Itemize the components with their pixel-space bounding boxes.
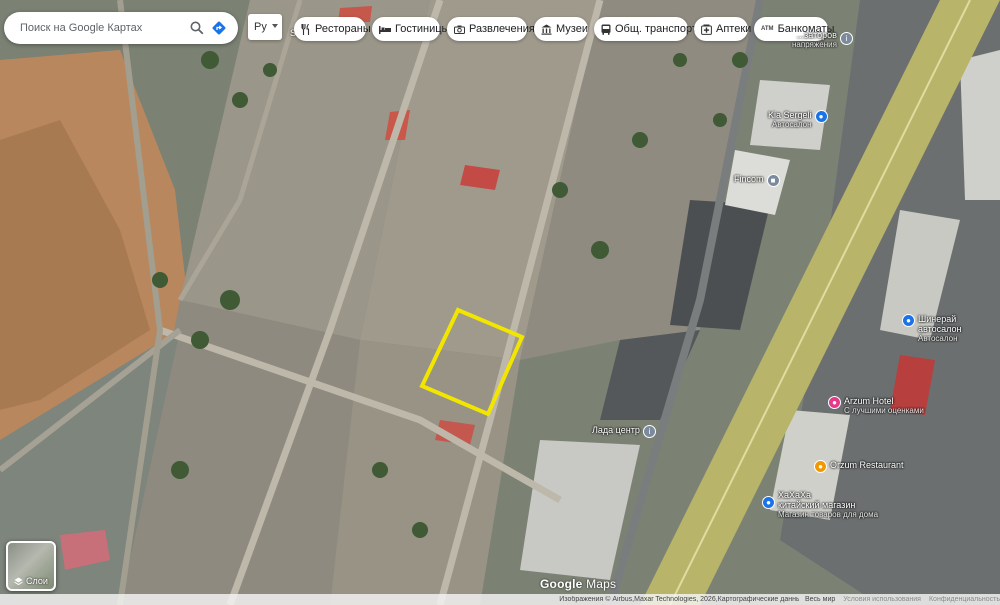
chip-pharmacies[interactable]: Аптеки — [694, 17, 752, 41]
bed-icon: ● — [828, 396, 841, 409]
poi-name: Шинерай автосалон — [918, 314, 962, 334]
poi-name: Лада центр — [592, 425, 640, 435]
poi-marker[interactable]: ...заторов напряжения i — [792, 30, 853, 50]
poi-category: Автосалон — [772, 120, 812, 129]
chip-museums[interactable]: Музеи — [534, 17, 588, 41]
chip-hotels[interactable]: Гостиницы — [372, 17, 449, 41]
office-icon: ■ — [766, 174, 780, 187]
fork-knife-icon: ● — [814, 460, 827, 473]
search-box[interactable] — [4, 12, 238, 44]
poi-name: ХаХаХа — [778, 490, 812, 500]
poi-name: Fincom — [734, 174, 764, 184]
info-icon: i — [642, 425, 656, 438]
poi-description: Магазин товаров для дома — [778, 510, 879, 519]
camera-icon — [454, 23, 465, 35]
search-input[interactable] — [18, 21, 186, 35]
car-icon: ● — [902, 314, 915, 327]
info-icon: i — [839, 32, 853, 45]
poi-lada-center[interactable]: i Лада центр — [592, 425, 656, 438]
pharmacy-icon — [701, 23, 712, 35]
poi-name: Orzum Restaurant — [830, 460, 904, 470]
atm-icon: ATM — [761, 26, 774, 32]
layers-icon — [14, 577, 23, 585]
chip-label: Рестораны — [315, 23, 371, 35]
chip-label: Аптеки — [716, 23, 752, 35]
car-icon: ● — [814, 110, 828, 123]
chip-label: Общ. транспорт — [615, 23, 697, 35]
language-select[interactable]: Ру — [248, 14, 282, 40]
layers-label: Слои — [26, 576, 48, 586]
chip-label: Развлечения — [469, 23, 535, 35]
footer-terms-link[interactable]: Условия использования — [843, 596, 921, 603]
shopping-icon: ● — [762, 496, 775, 509]
map-footer: Изображения © Airbus,Maxar Technologies,… — [0, 594, 1000, 605]
logo-google: Google — [540, 577, 583, 591]
poi-name: Kia Sergeli — [768, 110, 812, 120]
logo-maps: Maps — [586, 577, 617, 591]
chip-label: Музеи — [556, 23, 588, 35]
directions-icon[interactable] — [208, 17, 230, 39]
poi-arzum-hotel[interactable]: ● Arzum Hotel С лучшими оценками — [828, 396, 924, 416]
chip-transit[interactable]: Общ. транспорт — [594, 17, 697, 41]
chevron-down-icon — [272, 24, 278, 28]
imagery-attribution: Изображения © Airbus,Maxar Technologies,… — [559, 596, 799, 603]
poi-fincom[interactable]: ■ Fincom — [734, 174, 780, 187]
footer-privacy-link[interactable]: Конфиденциальность — [929, 596, 1000, 603]
chip-restaurants[interactable]: Рестораны — [294, 17, 371, 41]
building-roof — [960, 50, 1000, 200]
poi-category: Автосалон — [918, 334, 958, 343]
poi-kia-sergeli[interactable]: ● Kia Sergeli Автосалон — [768, 110, 828, 130]
google-maps-logo: Google Maps — [540, 577, 616, 591]
chip-label: Гостиницы — [395, 23, 450, 35]
layers-button[interactable]: Слои — [6, 541, 56, 591]
bus-icon — [601, 23, 611, 35]
poi-name: ...заторов — [796, 30, 837, 40]
language-value: Ру — [254, 21, 267, 33]
poi-xaxaxa-store[interactable]: ● ХаХаХа китайский магазин Магазин товаров… — [762, 490, 878, 520]
fork-knife-icon — [301, 23, 311, 35]
poi-name: Arzum Hotel — [844, 396, 894, 406]
bed-icon — [379, 23, 391, 35]
search-icon[interactable] — [186, 17, 208, 39]
poi-category: китайский магазин — [778, 500, 856, 510]
poi-orzum-restaurant[interactable]: ● Orzum Restaurant — [814, 460, 904, 473]
chip-entertainment[interactable]: Развлечения — [447, 17, 535, 41]
footer-world-link[interactable]: Весь мир — [805, 596, 835, 603]
poi-category: напряжения — [792, 40, 837, 49]
museum-icon — [541, 23, 552, 35]
poi-category: С лучшими оценками — [844, 406, 924, 415]
poi-shinerai-autosalon[interactable]: ● Шинерай автосалон Автосалон — [902, 314, 1000, 344]
